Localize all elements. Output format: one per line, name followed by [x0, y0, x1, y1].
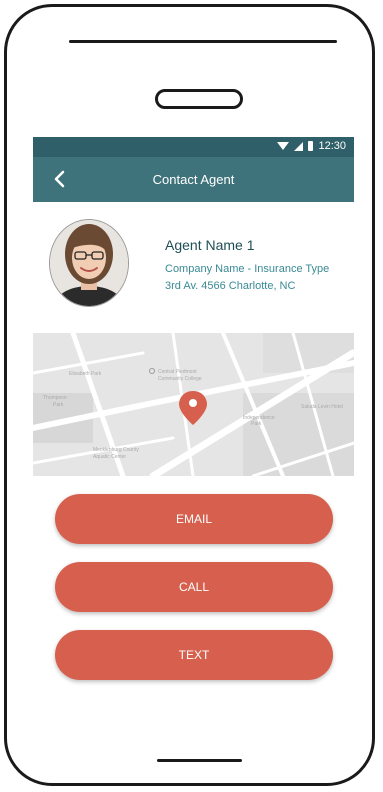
- svg-text:Park: Park: [53, 402, 64, 408]
- svg-text:Mecklenburg County: Mecklenburg County: [93, 447, 139, 453]
- svg-text:Elizabeth Park: Elizabeth Park: [69, 371, 102, 377]
- page-title: Contact Agent: [152, 172, 235, 187]
- status-bar: 12:30: [33, 137, 354, 157]
- home-indicator[interactable]: [157, 759, 242, 762]
- email-button[interactable]: EMAIL: [55, 494, 333, 544]
- status-icons: 12:30: [277, 140, 346, 152]
- svg-text:Central Piedmont: Central Piedmont: [158, 369, 197, 375]
- svg-text:Community College: Community College: [158, 376, 202, 382]
- agent-address[interactable]: 3rd Av. 4566 Charlotte, NC: [165, 280, 295, 292]
- agent-company[interactable]: Company Name - Insurance Type: [165, 263, 329, 275]
- location-map[interactable]: Elizabeth Park Central Piedmont Communit…: [33, 333, 354, 476]
- svg-text:Aquatic Center: Aquatic Center: [93, 454, 126, 460]
- wifi-icon: [277, 142, 290, 150]
- agent-photo: [50, 220, 128, 306]
- svg-text:Thompson: Thompson: [43, 395, 67, 401]
- text-button[interactable]: TEXT: [55, 630, 333, 680]
- app-screen: 12:30 Contact Agent Agent Name 1 Company…: [33, 137, 354, 682]
- map-graphic: Elizabeth Park Central Piedmont Communit…: [33, 333, 354, 476]
- status-time: 12:30: [318, 140, 346, 152]
- svg-text:Park: Park: [251, 421, 262, 427]
- battery-icon: [308, 141, 314, 151]
- agent-avatar: [49, 219, 129, 307]
- app-bar: Contact Agent: [33, 157, 354, 202]
- call-button[interactable]: CALL: [55, 562, 333, 612]
- phone-top-line: [69, 40, 337, 43]
- signal-icon: [294, 141, 304, 151]
- phone-earpiece: [155, 89, 243, 109]
- agent-name: Agent Name 1: [165, 237, 255, 253]
- svg-text:Saluda Levin Hotel: Saluda Levin Hotel: [301, 404, 343, 410]
